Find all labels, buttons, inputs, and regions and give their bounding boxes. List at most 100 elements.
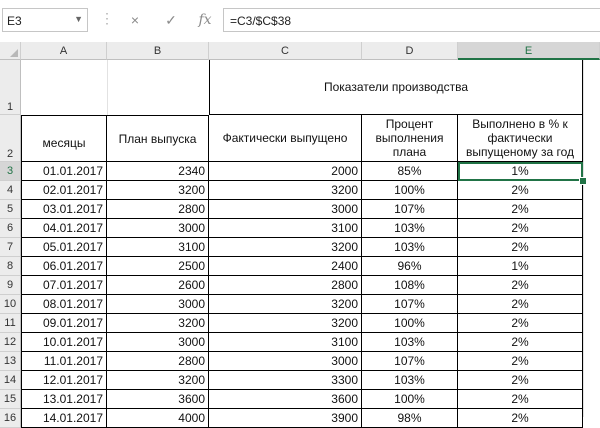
header-cell-plan[interactable]: План выпуска — [107, 115, 209, 162]
row-header-8[interactable]: 8 — [0, 257, 21, 276]
cell-percent[interactable]: 85% — [362, 162, 458, 181]
row-header-2[interactable]: 2 — [0, 115, 21, 162]
cell-plan[interactable]: 3600 — [107, 390, 209, 409]
fill-handle[interactable] — [579, 177, 587, 185]
row-header-14[interactable]: 14 — [0, 371, 21, 390]
header-cell-fact[interactable]: Фактически выпущено — [209, 115, 362, 162]
row-header-16[interactable]: 16 — [0, 409, 21, 428]
column-header-d[interactable]: D — [362, 42, 458, 60]
cell-month[interactable]: 12.01.2017 — [21, 371, 107, 390]
cell-plan[interactable]: 3000 — [107, 295, 209, 314]
cell-plan[interactable]: 2340 — [107, 162, 209, 181]
cell-fact[interactable]: 3200 — [209, 295, 362, 314]
row-header-12[interactable]: 12 — [0, 333, 21, 352]
select-all-corner[interactable] — [0, 42, 21, 60]
cell-month[interactable]: 03.01.2017 — [21, 200, 107, 219]
cell-share[interactable]: 2% — [458, 371, 583, 390]
cell-month[interactable]: 10.01.2017 — [21, 333, 107, 352]
cell-share[interactable]: 2% — [458, 333, 583, 352]
cell-plan[interactable]: 3100 — [107, 238, 209, 257]
cell-percent[interactable]: 96% — [362, 257, 458, 276]
header-cell-months[interactable]: месяцы — [21, 115, 107, 162]
chevron-down-icon[interactable]: ▼ — [74, 14, 83, 24]
cell-month[interactable]: 07.01.2017 — [21, 276, 107, 295]
cell-month[interactable]: 13.01.2017 — [21, 390, 107, 409]
cell-fact[interactable]: 2800 — [209, 276, 362, 295]
cell-percent[interactable]: 103% — [362, 238, 458, 257]
cell-plan[interactable]: 2800 — [107, 352, 209, 371]
cell-month[interactable]: 06.01.2017 — [21, 257, 107, 276]
cell-percent[interactable]: 103% — [362, 371, 458, 390]
header-cell-percent[interactable]: Процент выполнения плана — [362, 115, 458, 162]
cell-share[interactable]: 2% — [458, 238, 583, 257]
cell-plan[interactable]: 2500 — [107, 257, 209, 276]
row-header-10[interactable]: 10 — [0, 295, 21, 314]
cell-month[interactable]: 11.01.2017 — [21, 352, 107, 371]
row-header-6[interactable]: 6 — [0, 219, 21, 238]
cell-plan[interactable]: 4000 — [107, 409, 209, 428]
cell-month[interactable]: 05.01.2017 — [21, 238, 107, 257]
cell-month[interactable]: 02.01.2017 — [21, 181, 107, 200]
cell-month[interactable]: 01.01.2017 — [21, 162, 107, 181]
cell-plan[interactable]: 2800 — [107, 200, 209, 219]
column-header-e[interactable]: E — [458, 42, 600, 60]
cell-month[interactable]: 09.01.2017 — [21, 314, 107, 333]
column-header-c[interactable]: C — [209, 42, 362, 60]
cell-plan[interactable]: 3200 — [107, 371, 209, 390]
cell-percent[interactable]: 100% — [362, 181, 458, 200]
cell-percent[interactable]: 100% — [362, 390, 458, 409]
cell-percent[interactable]: 103% — [362, 219, 458, 238]
cell-percent[interactable]: 98% — [362, 409, 458, 428]
cell-share[interactable]: 2% — [458, 200, 583, 219]
column-header-a[interactable]: A — [21, 42, 107, 60]
cell-share[interactable]: 2% — [458, 181, 583, 200]
cell-plan[interactable]: 3000 — [107, 333, 209, 352]
cell-plan[interactable]: 3200 — [107, 314, 209, 333]
cell-fact[interactable]: 3200 — [209, 314, 362, 333]
cell-fact[interactable]: 3000 — [209, 200, 362, 219]
merged-title-cell[interactable]: Показатели производства — [209, 60, 583, 115]
cell-fact[interactable]: 3100 — [209, 219, 362, 238]
cell-plan[interactable]: 2600 — [107, 276, 209, 295]
row-header-9[interactable]: 9 — [0, 276, 21, 295]
row-header-11[interactable]: 11 — [0, 314, 21, 333]
cell-fact[interactable]: 3300 — [209, 371, 362, 390]
row-header-13[interactable]: 13 — [0, 352, 21, 371]
cell-share[interactable]: 2% — [458, 390, 583, 409]
cell-percent[interactable]: 108% — [362, 276, 458, 295]
cell-fact[interactable]: 3200 — [209, 238, 362, 257]
cell-fact[interactable]: 3900 — [209, 409, 362, 428]
cell-share[interactable]: 2% — [458, 352, 583, 371]
cell-fact[interactable]: 3000 — [209, 352, 362, 371]
cell-share[interactable]: 2% — [458, 276, 583, 295]
cell-plan[interactable]: 3000 — [107, 219, 209, 238]
row-header-15[interactable]: 15 — [0, 390, 21, 409]
cell-percent[interactable]: 107% — [362, 200, 458, 219]
row-header-7[interactable]: 7 — [0, 238, 21, 257]
row-header-4[interactable]: 4 — [0, 181, 21, 200]
cell-month[interactable]: 14.01.2017 — [21, 409, 107, 428]
name-box[interactable]: E3 ▼ — [2, 8, 88, 32]
cell-plan[interactable]: 3200 — [107, 181, 209, 200]
cell-share[interactable]: 2% — [458, 314, 583, 333]
row-header-5[interactable]: 5 — [0, 200, 21, 219]
cell-fact[interactable]: 3200 — [209, 181, 362, 200]
cell-share[interactable]: 1% — [458, 257, 583, 276]
cell-month[interactable]: 04.01.2017 — [21, 219, 107, 238]
cell-percent[interactable]: 107% — [362, 352, 458, 371]
cell-share[interactable]: 2% — [458, 295, 583, 314]
header-cell-share[interactable]: Выполнено в % к фактически выпущеному за… — [458, 115, 583, 162]
cell-percent[interactable]: 103% — [362, 333, 458, 352]
cell-fact[interactable]: 3600 — [209, 390, 362, 409]
cell-percent[interactable]: 100% — [362, 314, 458, 333]
row-header-3[interactable]: 3 — [0, 162, 21, 181]
cell-fact[interactable]: 2000 — [209, 162, 362, 181]
formula-input[interactable]: =C3/$C$38 — [223, 8, 600, 32]
column-header-b[interactable]: B — [107, 42, 209, 60]
cell-share[interactable]: 2% — [458, 219, 583, 238]
confirm-icon[interactable]: ✓ — [160, 8, 182, 32]
cell-fact[interactable]: 3100 — [209, 333, 362, 352]
cell-month[interactable]: 08.01.2017 — [21, 295, 107, 314]
insert-function-icon[interactable]: fx — [194, 8, 216, 32]
cell-percent[interactable]: 107% — [362, 295, 458, 314]
